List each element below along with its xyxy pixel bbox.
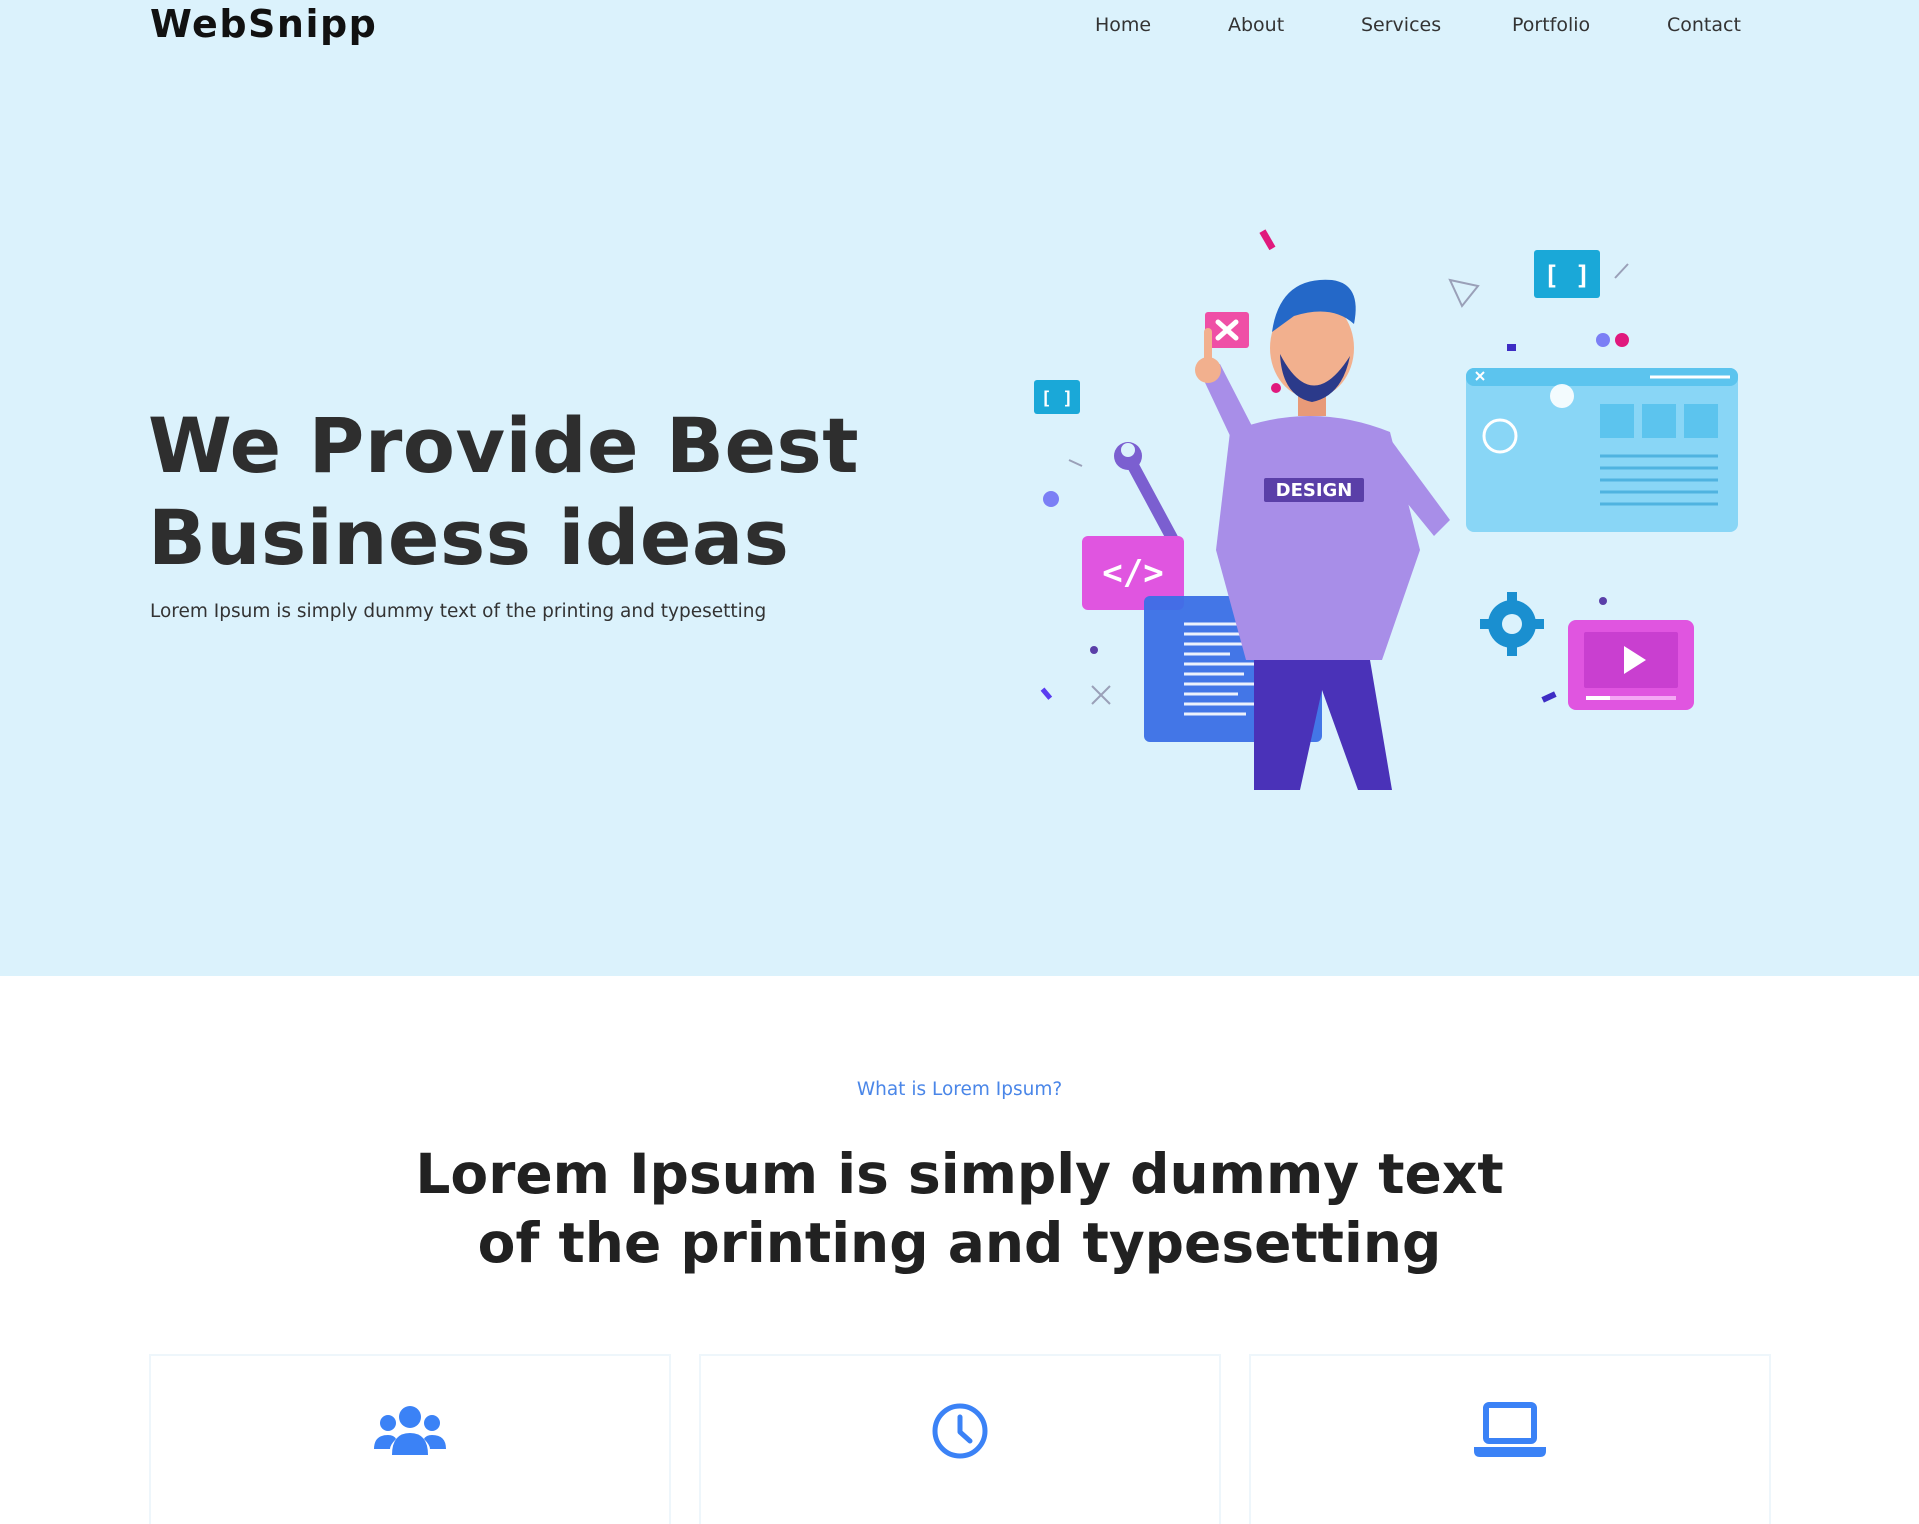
code-icon: </> [1102, 553, 1163, 593]
triangle-shape [1448, 278, 1480, 308]
nav-link-portfolio[interactable]: Portfolio [1512, 14, 1590, 36]
users-icon [374, 1401, 446, 1461]
laptop-icon [1474, 1401, 1546, 1461]
hero-title-line-2: Business ideas [148, 493, 790, 582]
confetti-dot [1043, 491, 1059, 507]
section-title: Lorem Ipsum is simply dummy text of the … [380, 1140, 1539, 1278]
bracket-badge-small-label: [ ] [1041, 388, 1074, 409]
wrench-icon [1124, 454, 1178, 544]
hero-subtitle: Lorem Ipsum is simply dummy text of the … [150, 601, 767, 622]
confetti-dot [1271, 383, 1281, 393]
confetti-shape [1541, 691, 1557, 703]
feature-card-devices[interactable] [1249, 1354, 1771, 1524]
confetti-shape [1259, 229, 1276, 251]
feature-card-time[interactable] [699, 1354, 1221, 1524]
feature-card-team[interactable] [149, 1354, 671, 1524]
nav-link-about[interactable]: About [1228, 14, 1284, 36]
designer-illustration: [ ] [ ] </> DESIGN [1034, 229, 1738, 790]
confetti-dot [1090, 646, 1098, 654]
section-eyebrow: What is Lorem Ipsum? [856, 1079, 1063, 1100]
nav-link-home[interactable]: Home [1095, 14, 1151, 36]
hero-illustration: [ ] [ ] </> DESIGN [1010, 220, 1750, 800]
main-nav: Home About Services Portfolio Contact [0, 14, 1919, 44]
confetti-shape [1507, 344, 1516, 351]
person-legs [1254, 660, 1392, 790]
nav-link-services[interactable]: Services [1361, 14, 1441, 36]
shirt-label-text: DESIGN [1276, 480, 1353, 501]
section-title-line-1: Lorem Ipsum is simply dummy text [415, 1142, 1504, 1206]
confetti-shape [1040, 687, 1053, 700]
confetti-dot [1615, 333, 1629, 347]
hero-section: WebSnipp Home About Services Portfolio C… [0, 0, 1919, 976]
clock-icon [924, 1401, 996, 1461]
hero-title-line-1: We Provide Best [148, 401, 860, 490]
confetti-dot [1599, 597, 1607, 605]
bracket-badge-large-label: [ ] [1544, 261, 1591, 291]
section-title-line-2: of the printing and typesetting [477, 1211, 1442, 1275]
confetti-dot [1596, 333, 1610, 347]
nav-link-contact[interactable]: Contact [1667, 14, 1741, 36]
hero-title: We Provide Best Business ideas [148, 400, 908, 584]
